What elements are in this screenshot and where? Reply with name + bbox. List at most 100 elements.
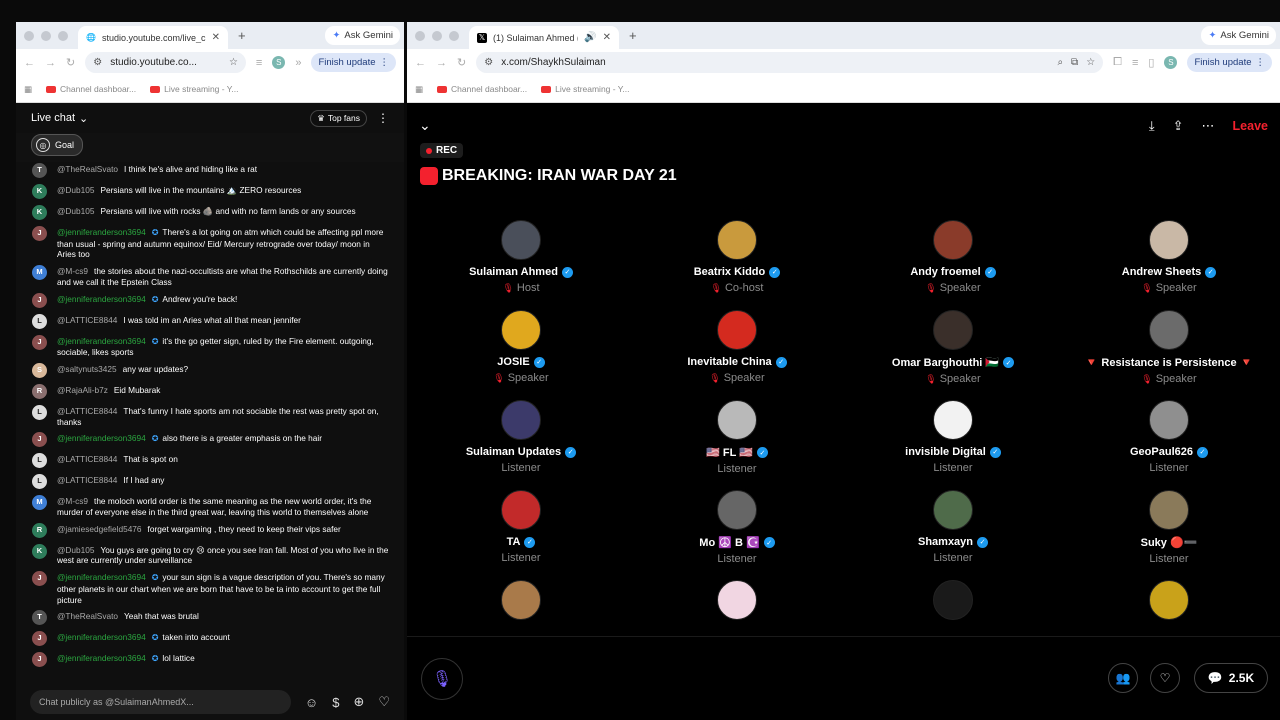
participant-avatar[interactable] (933, 580, 973, 620)
participant-card[interactable]: Inevitable China ✓ 🎙 Speaker (629, 310, 845, 400)
author-name[interactable]: @LATTICE8844 (57, 475, 117, 485)
avatar[interactable]: T (32, 163, 47, 178)
side-panel-icon[interactable]: ▯ (1148, 56, 1154, 69)
participant-avatar[interactable] (1149, 580, 1189, 620)
bookmark-live-streaming[interactable]: Live streaming - Y... (150, 84, 238, 94)
participant-avatar[interactable] (933, 490, 973, 530)
author-name[interactable]: @jenniferanderson3694 (57, 227, 146, 237)
avatar[interactable]: J (32, 432, 47, 448)
new-tab-icon[interactable]: + (238, 28, 246, 43)
participant-card[interactable]: JOSIE ✓ 🎙 Speaker (413, 310, 629, 400)
reload-icon[interactable]: ↻ (66, 56, 75, 69)
participant-card[interactable]: Andrew Sheets ✓ 🎙 Speaker (1061, 220, 1277, 310)
finish-update-button[interactable]: Finish update ⋮ (311, 53, 396, 72)
participant-card[interactable]: Shamxayn ✓ Listener (845, 490, 1061, 580)
chat-message[interactable]: S @saltynuts3425 any war updates? (16, 362, 404, 383)
extensions-overflow-icon[interactable]: » (295, 57, 301, 69)
chat-message[interactable]: J @jenniferanderson3694 ✪ your sun sign is … (16, 570, 404, 609)
forward-icon[interactable]: → (436, 57, 447, 69)
chat-message-list[interactable]: T @TheRealSvato I think he's alive and hid… (16, 162, 404, 702)
avatar[interactable]: T (32, 610, 47, 626)
avatar[interactable]: L (32, 313, 47, 329)
author-name[interactable]: @jamiesedgefield5476 (57, 524, 142, 534)
participant-card[interactable]: Sulaiman Ahmed ✓ 🎙 Host (413, 220, 629, 310)
heart-icon[interactable]: ♡ (378, 694, 390, 710)
participant-avatar[interactable] (501, 490, 541, 530)
participant-avatar[interactable] (501, 220, 541, 260)
participant-avatar[interactable] (933, 220, 973, 260)
extensions-icon[interactable]: ⧠ (1113, 56, 1122, 69)
chat-message[interactable]: L @LATTICE8844 If I had any (16, 473, 404, 494)
author-name[interactable]: @jenniferanderson3694 (57, 653, 146, 663)
emoji-icon[interactable]: ☺ (305, 695, 318, 710)
avatar[interactable]: S (32, 362, 47, 378)
chat-message[interactable]: K @Dub105 You guys are going to cry 😢 once… (16, 543, 404, 570)
reading-list-icon[interactable]: ≡ (1132, 57, 1138, 69)
new-tab-icon[interactable]: + (629, 28, 637, 43)
zoom-icon[interactable]: ⌕ (1057, 57, 1063, 68)
bookmark-channel-dashboard[interactable]: Channel dashboar... (437, 84, 527, 94)
avatar[interactable]: J (32, 571, 47, 587)
apps-grid-icon[interactable]: ▦ (415, 84, 423, 95)
people-button[interactable]: 👥 (1108, 663, 1138, 693)
participant-card[interactable]: 🇺🇸 FL 🇺🇸 ✓ Listener (629, 400, 845, 490)
author-name[interactable]: @TheRealSvato (57, 611, 118, 621)
avatar[interactable]: R (32, 522, 47, 538)
author-name[interactable]: @LATTICE8844 (57, 454, 117, 464)
finish-update-button[interactable]: Finish update ⋮ (1187, 53, 1272, 72)
ask-gemini-button[interactable]: ✦ Ask Gemini (1201, 26, 1276, 45)
chat-input[interactable]: Chat publicly as @SulaimanAhmedX... (30, 690, 291, 714)
bookmark-channel-dashboard[interactable]: Channel dashboar... (46, 84, 136, 94)
request-mic-button[interactable]: 🎙 (421, 658, 463, 700)
bookmark-star-icon[interactable]: ☆ (1086, 57, 1095, 68)
dock-icon[interactable]: ⤓ (1149, 118, 1155, 134)
participant-avatar[interactable] (1149, 220, 1189, 260)
author-name[interactable]: @M-cs9 (57, 266, 88, 276)
avatar[interactable]: J (32, 226, 47, 241)
leave-button[interactable]: Leave (1233, 119, 1268, 133)
avatar[interactable]: M (32, 265, 47, 281)
participant-card[interactable]: TA ✓ Listener (413, 490, 629, 580)
chat-message[interactable]: T @TheRealSvato I think he's alive and hid… (16, 162, 404, 183)
participant-avatar[interactable] (933, 400, 973, 440)
author-name[interactable]: @jenniferanderson3694 (57, 632, 146, 642)
participant-avatar[interactable] (1149, 490, 1189, 530)
participant-avatar[interactable] (717, 400, 757, 440)
avatar[interactable]: M (32, 495, 47, 511)
chat-message[interactable]: J @jenniferanderson3694 ✪ Andrew you're bac… (16, 292, 404, 313)
author-name[interactable]: @Dub105 (57, 206, 95, 216)
participant-avatar[interactable] (501, 310, 541, 350)
author-name[interactable]: @saltynuts3425 (57, 364, 117, 374)
bookmark-star-icon[interactable]: ☆ (229, 57, 238, 68)
participant-avatar[interactable] (501, 400, 541, 440)
ask-gemini-button[interactable]: ✦ Ask Gemini (325, 26, 400, 45)
chat-message[interactable]: J @jenniferanderson3694 ✪ lol lattice (16, 651, 404, 672)
more-options-icon[interactable]: ⋯ (1202, 118, 1215, 134)
author-name[interactable]: @Dub105 (57, 545, 95, 555)
participant-card[interactable]: 🔻 Resistance is Persistence 🔻 🎙 Speaker (1061, 310, 1277, 400)
author-name[interactable]: @jenniferanderson3694 (57, 336, 146, 346)
collapse-chevron-icon[interactable]: ⌄ (419, 117, 431, 134)
chat-message[interactable]: L @LATTICE8844 That's funny I hate sports … (16, 404, 404, 431)
site-info-icon[interactable]: ⚙ (484, 57, 493, 68)
chat-message[interactable]: K @Dub105 Persians will live in the mounta… (16, 183, 404, 204)
participant-avatar[interactable] (717, 490, 757, 530)
profile-avatar[interactable]: S (272, 56, 286, 69)
chat-message[interactable]: K @Dub105 Persians will live with rocks 🪨 … (16, 204, 404, 225)
participant-avatar[interactable] (717, 310, 757, 350)
chat-message[interactable]: L @LATTICE8844 That is spot on (16, 452, 404, 473)
back-icon[interactable]: ← (415, 57, 426, 69)
apps-grid-icon[interactable]: ▦ (24, 84, 32, 95)
chat-message[interactable]: T @TheRealSvato Yeah that was brutal (16, 609, 404, 630)
forward-icon[interactable]: → (45, 57, 56, 69)
participant-avatar[interactable] (717, 580, 757, 620)
avatar[interactable]: L (32, 404, 47, 420)
avatar[interactable]: K (32, 184, 47, 199)
bookmark-live-streaming[interactable]: Live streaming - Y... (541, 84, 629, 94)
participant-avatar[interactable] (501, 580, 541, 620)
chat-message[interactable]: M @M-cs9 the stories about the nazi-occult… (16, 264, 404, 291)
participant-avatar[interactable] (717, 220, 757, 260)
participant-card[interactable]: Mo ☮️ B ☪️ ✓ Listener (629, 490, 845, 580)
reload-icon[interactable]: ↻ (457, 56, 466, 69)
avatar[interactable]: R (32, 383, 47, 399)
